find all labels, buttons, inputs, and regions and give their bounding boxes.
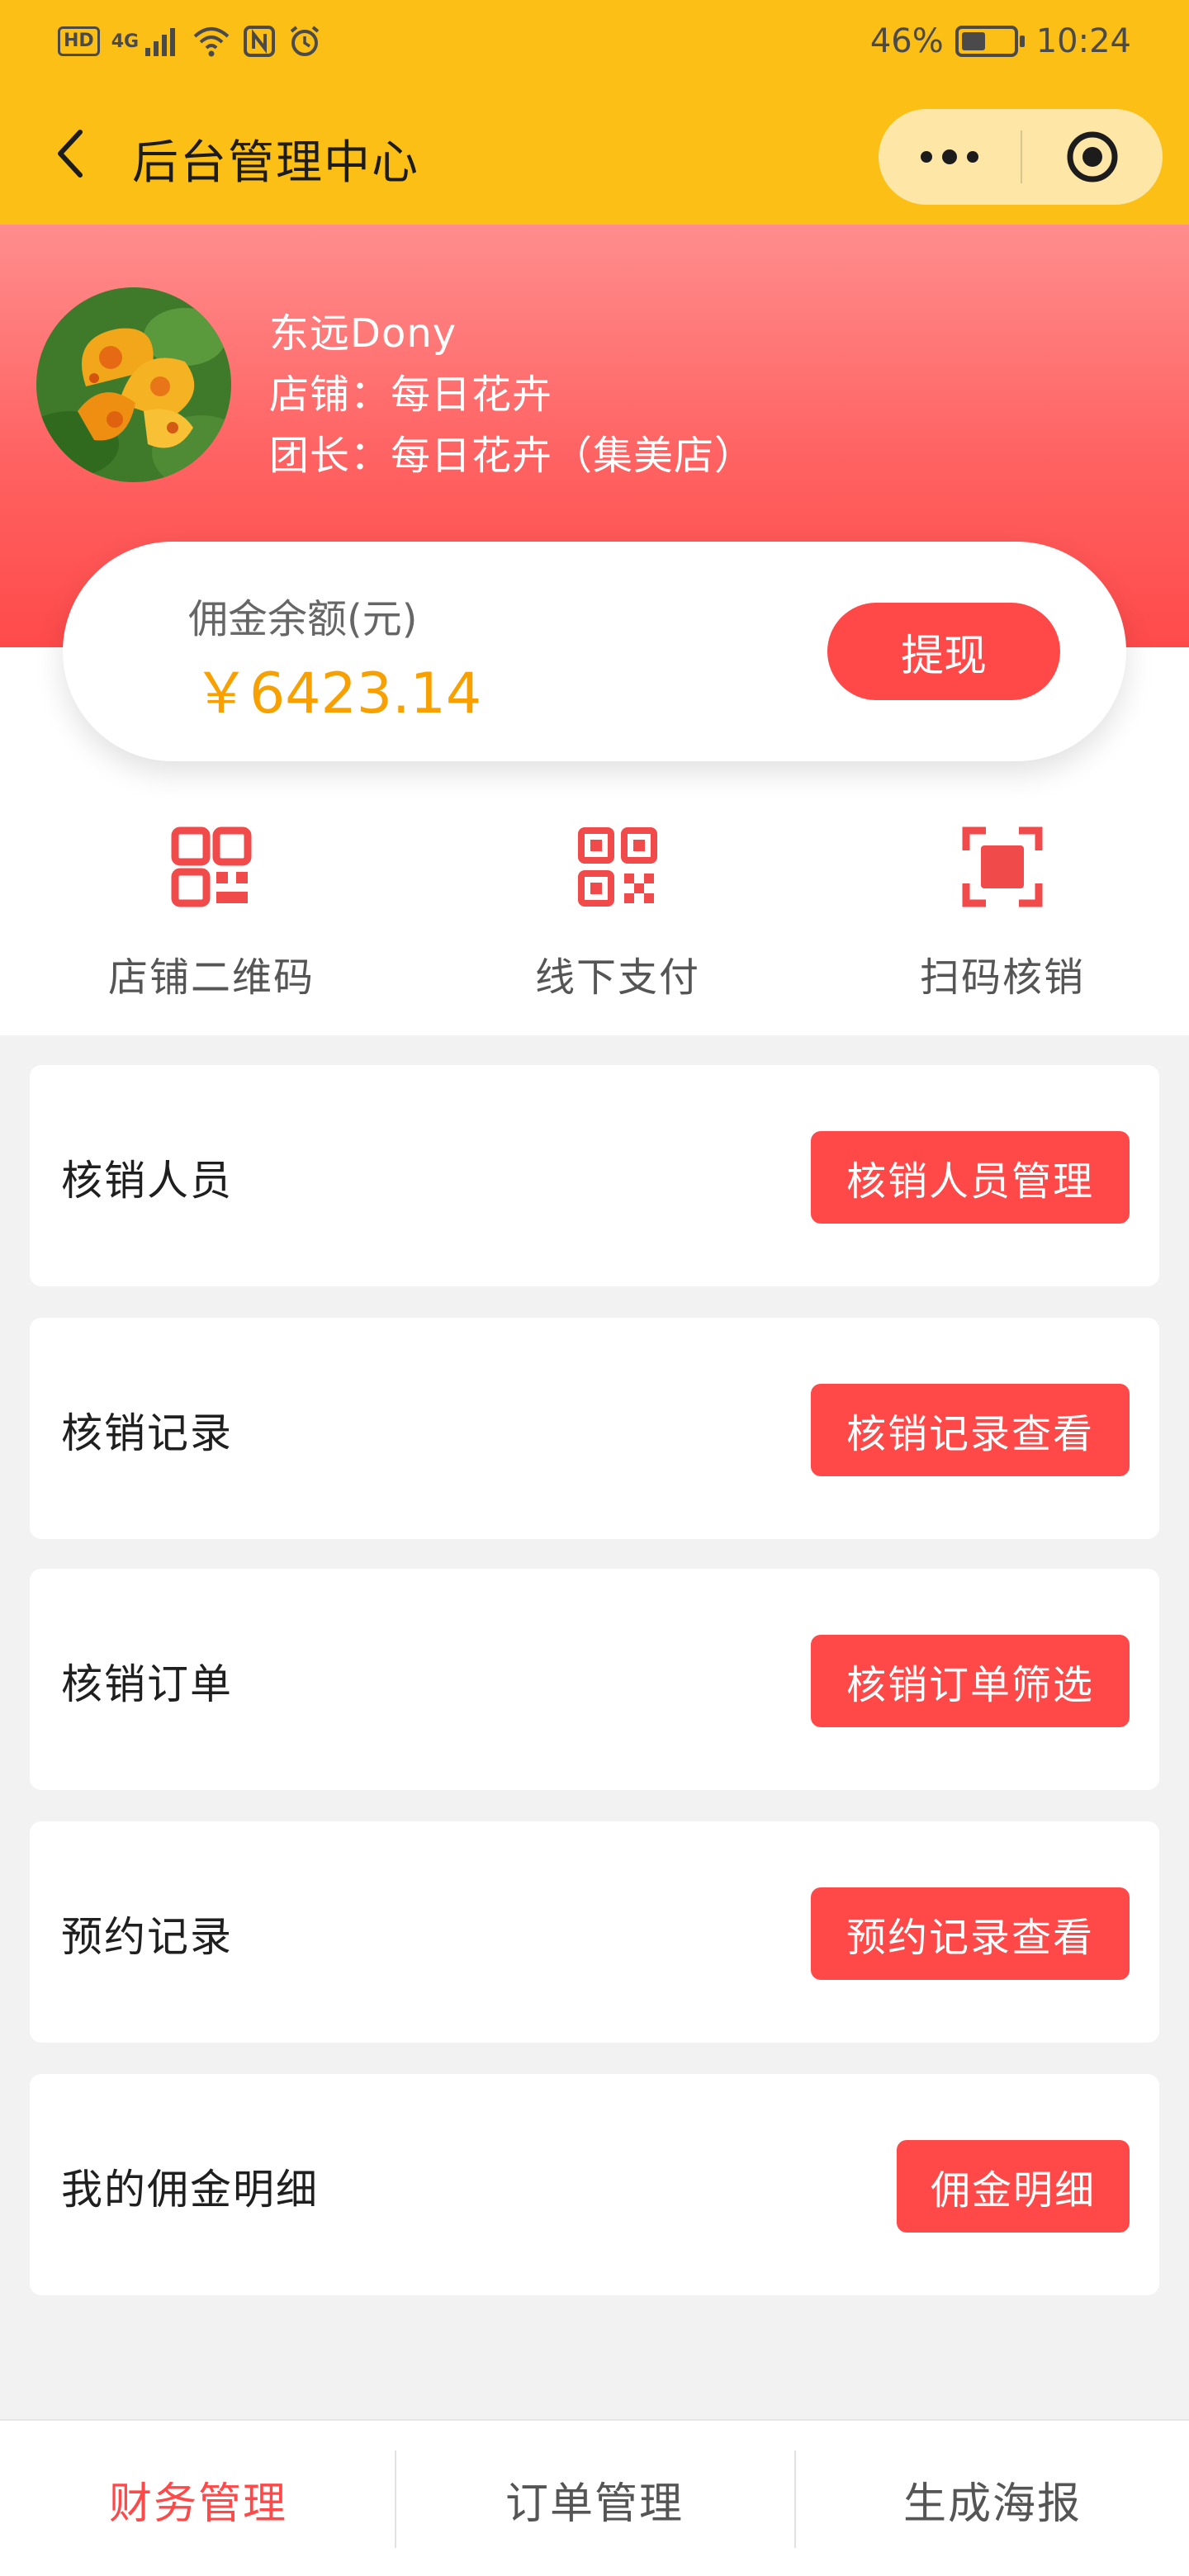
verify-orders-filter-button[interactable]: 核销订单筛选	[811, 1635, 1130, 1727]
balance-label: 佣金余额(元)	[188, 596, 418, 642]
qrcode-icon	[171, 826, 252, 907]
row-label: 预约记录	[61, 1913, 233, 1961]
tab-finance[interactable]: 财务管理	[0, 2421, 396, 2576]
battery-level	[961, 32, 985, 50]
balance-card: 佣金余额(元) ￥6423.14 提现	[63, 542, 1126, 761]
quick-action-label: 线下支付	[534, 954, 700, 1001]
avatar-flower-image	[36, 287, 231, 482]
row-verify-staff: 核销人员 核销人员管理	[30, 1065, 1159, 1286]
nfc-icon	[244, 26, 276, 57]
reservation-records-view-button[interactable]: 预约记录查看	[811, 1887, 1130, 1980]
tab-orders[interactable]: 订单管理	[396, 2421, 793, 2576]
avatar[interactable]	[36, 287, 231, 482]
more-dots-icon	[921, 149, 978, 164]
miniprogram-capsule	[879, 109, 1163, 205]
quick-action-offline-pay[interactable]: 线下支付	[469, 809, 766, 1007]
row-commission-details: 我的佣金明细 佣金明细	[30, 2074, 1159, 2295]
user-shop: 店铺：每日花卉	[269, 372, 553, 418]
qrcode-pay-icon	[578, 827, 657, 907]
back-button[interactable]	[41, 122, 99, 185]
row-verify-records: 核销记录 核销记录查看	[30, 1318, 1159, 1539]
quick-action-label: 扫码核销	[919, 954, 1085, 1001]
nav-bar: 后台管理中心	[0, 83, 1189, 225]
status-left: HD 4G	[58, 25, 322, 58]
row-reservation-records: 预约记录 预约记录查看	[30, 1821, 1159, 2043]
balance-amount: ￥6423.14	[193, 661, 482, 727]
signal-icon	[145, 28, 176, 56]
user-leader: 团长：每日花卉（集美店）	[269, 433, 756, 479]
row-label: 核销记录	[61, 1409, 233, 1457]
commission-details-button[interactable]: 佣金明细	[897, 2140, 1130, 2233]
close-button[interactable]	[1022, 109, 1163, 205]
quick-action-shop-qrcode[interactable]: 店铺二维码	[63, 809, 360, 1007]
alarm-icon	[290, 26, 320, 56]
clock: 10:24	[1035, 22, 1131, 60]
close-circle-icon	[1067, 131, 1118, 182]
status-right: 46% 10:24	[870, 22, 1131, 60]
battery-icon	[955, 26, 1025, 57]
bottom-tab-bar: 财务管理 订单管理 生成海报	[0, 2419, 1189, 2576]
user-name: 东远Dony	[269, 310, 457, 357]
page-title: 后台管理中心	[132, 136, 419, 190]
verify-staff-manage-button[interactable]: 核销人员管理	[811, 1131, 1130, 1224]
back-icon	[58, 130, 83, 178]
status-bar: HD 4G 46% 10:24	[0, 0, 1189, 83]
scan-icon	[962, 826, 1043, 907]
tab-poster[interactable]: 生成海报	[794, 2421, 1189, 2576]
network-label: 4G	[111, 31, 140, 52]
row-label: 核销订单	[61, 1660, 233, 1708]
more-button[interactable]	[879, 109, 1021, 205]
quick-action-label: 店铺二维码	[107, 954, 315, 1001]
row-label: 核销人员	[61, 1157, 233, 1205]
verify-records-view-button[interactable]: 核销记录查看	[811, 1384, 1130, 1476]
row-label: 我的佣金明细	[61, 2166, 319, 2214]
battery-percent: 46%	[869, 22, 944, 60]
quick-action-scan-verify[interactable]: 扫码核销	[854, 809, 1151, 1007]
hd-badge: HD	[58, 26, 100, 56]
row-verify-orders: 核销订单 核销订单筛选	[30, 1569, 1159, 1790]
withdraw-button[interactable]: 提现	[827, 603, 1060, 700]
wifi-icon	[193, 27, 230, 57]
